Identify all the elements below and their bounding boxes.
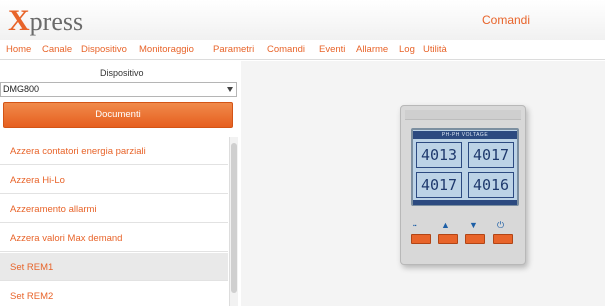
menu-item-eventi[interactable]: Eventi: [319, 44, 345, 55]
command-item-selected[interactable]: Set REM1: [0, 253, 228, 281]
menu-item-canale[interactable]: Canale: [42, 44, 72, 55]
device-top-strip: [405, 110, 521, 120]
main-menu: Home Canale Dispositivo Monitoraggio Par…: [0, 40, 605, 60]
device-key-power: [493, 234, 513, 244]
command-label: Azzeramento allarmi: [10, 204, 97, 215]
section-title: Comandi: [482, 13, 531, 27]
lcd-header: PH-PH VOLTAGE: [413, 131, 517, 139]
documents-button[interactable]: Documenti: [3, 102, 233, 128]
menu-item-parametri[interactable]: Parametri: [213, 44, 254, 55]
device-key-down: [465, 234, 485, 244]
command-label: Set REM2: [10, 291, 54, 302]
lcd-value: 4017: [468, 142, 514, 168]
menu-item-log[interactable]: Log: [399, 44, 415, 55]
menu-item-allarme[interactable]: Allarme: [356, 44, 388, 55]
lcd-value: 4017: [416, 172, 462, 198]
device-label: Dispositivo: [100, 68, 144, 78]
lcd-value: 4016: [468, 172, 514, 198]
down-arrow-icon: ▼: [469, 220, 478, 230]
lcd-footer-bar: [413, 200, 517, 205]
scrollbar-thumb[interactable]: [231, 143, 237, 293]
lcd-value: 4013: [416, 142, 462, 168]
menu-icon: ▪▪: [413, 223, 417, 229]
device-select[interactable]: DMG800: [0, 82, 237, 97]
command-list: Azzera contatori energia parziali Azzera…: [0, 137, 228, 306]
device-key-menu: [411, 234, 431, 244]
xpress-logo: Xpress: [8, 4, 84, 37]
menu-item-comandi[interactable]: Comandi: [267, 44, 305, 55]
command-label: Set REM1: [10, 262, 54, 273]
command-list-scrollbar[interactable]: [229, 137, 238, 306]
power-icon: ⏻: [497, 220, 505, 230]
device-lcd: PH-PH VOLTAGE 4013 4017 4017 4016: [411, 128, 519, 206]
device-select-value: DMG800: [3, 84, 40, 94]
command-label: Azzera Hi-Lo: [10, 175, 65, 186]
title-bar: Xpress Comandi: [0, 0, 605, 40]
device-keypad: ▪▪ ▲ ▼ ⏻: [407, 218, 521, 258]
command-item[interactable]: Azzera contatori energia parziali: [0, 137, 228, 165]
command-item[interactable]: Azzeramento allarmi: [0, 195, 228, 223]
device-preview-panel: PH-PH VOLTAGE 4013 4017 4017 4016 ▪▪ ▲ ▼…: [241, 61, 605, 306]
command-item[interactable]: Azzera Hi-Lo: [0, 166, 228, 194]
command-item[interactable]: Azzera valori Max demand: [0, 224, 228, 252]
command-item[interactable]: Set REM2: [0, 282, 228, 306]
menu-item-utilita[interactable]: Utilità: [423, 44, 447, 55]
sidebar: Dispositivo DMG800 Documenti Azzera cont…: [0, 61, 241, 306]
up-arrow-icon: ▲: [441, 220, 450, 230]
command-label: Azzera valori Max demand: [10, 233, 123, 244]
device-key-up: [438, 234, 458, 244]
menu-item-home[interactable]: Home: [6, 44, 31, 55]
device-image: PH-PH VOLTAGE 4013 4017 4017 4016 ▪▪ ▲ ▼…: [400, 105, 526, 265]
menu-item-monitoraggio[interactable]: Monitoraggio: [139, 44, 194, 55]
command-label: Azzera contatori energia parziali: [10, 146, 146, 157]
chevron-down-icon[interactable]: [227, 87, 233, 92]
menu-item-dispositivo[interactable]: Dispositivo: [81, 44, 127, 55]
